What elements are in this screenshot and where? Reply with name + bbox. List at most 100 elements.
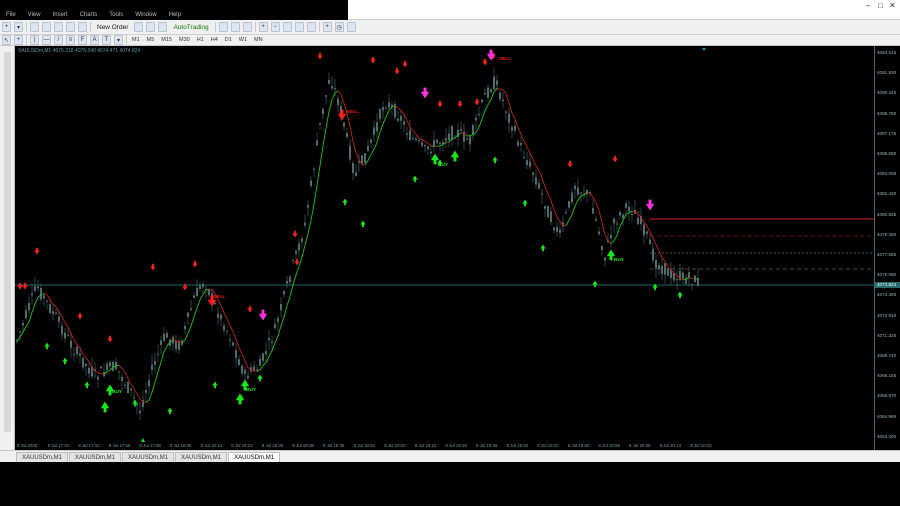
timeframe-m15[interactable]: M15 [159, 35, 174, 45]
lock-icon[interactable] [146, 22, 156, 32]
dock-scrollbar[interactable] [4, 52, 11, 432]
new-order-button[interactable]: New Order [94, 22, 131, 32]
menu-view[interactable]: View [22, 12, 47, 18]
tester-icon[interactable] [78, 22, 87, 32]
candle-body [352, 163, 354, 173]
moving-average-segment [652, 237, 657, 245]
signals-icon[interactable] [158, 22, 168, 32]
candle-body [430, 151, 432, 154]
timeframe-m30[interactable]: M30 [177, 35, 192, 45]
candle-body [121, 376, 123, 382]
periods-icon[interactable]: ◷ [334, 22, 344, 32]
buy-signal-label: BUY [112, 389, 123, 395]
candle-body [274, 324, 276, 329]
moving-average-segment [487, 99, 492, 106]
menu-window[interactable]: Window [129, 12, 162, 18]
profiles-icon[interactable]: ▾ [14, 22, 23, 32]
moving-average-segment [121, 368, 126, 373]
chart-shift-icon[interactable] [306, 22, 316, 32]
moving-average-segment [496, 87, 501, 90]
sell-arrow-icon [34, 247, 40, 255]
bar-chart-icon[interactable] [218, 22, 228, 32]
candle-body [130, 388, 132, 391]
templates-icon[interactable] [346, 22, 356, 32]
moving-average-segment [535, 165, 540, 172]
candle-body [445, 138, 447, 141]
terminal-icon[interactable] [66, 22, 75, 32]
moving-average-segment [304, 233, 309, 246]
trendline-icon[interactable]: / [54, 35, 63, 45]
sell-signal-label: SELL [213, 294, 225, 300]
moving-average-segment [418, 137, 423, 141]
moving-average-segment [580, 194, 585, 197]
timeframe-m5[interactable]: M5 [145, 35, 157, 45]
menu-file[interactable]: File [0, 12, 22, 18]
moving-average-segment [85, 357, 90, 362]
candle-body [547, 206, 549, 218]
candle-body [367, 146, 369, 151]
sell-arrow-icon [474, 98, 480, 106]
moving-average-segment [271, 342, 276, 351]
tab-chart-4[interactable]: XAUUSDm,M1 [175, 452, 228, 462]
line-chart-icon[interactable] [242, 22, 252, 32]
indicators-icon[interactable]: + [322, 22, 332, 32]
menu-charts[interactable]: Charts [74, 12, 104, 18]
new-chart-icon[interactable]: + [2, 22, 11, 32]
candle-body [355, 172, 357, 176]
candle-body [70, 340, 72, 348]
moving-average-segment [661, 257, 666, 262]
time-tick-label: 8 Jul 18:06 [170, 443, 192, 448]
timeframe-w1[interactable]: W1 [237, 35, 249, 45]
moving-average-segment [262, 362, 267, 366]
maximize-button[interactable]: □ [878, 1, 883, 10]
candle-body [502, 99, 504, 102]
zoom-out-icon[interactable]: − [270, 22, 280, 32]
moving-average-segment [574, 199, 579, 207]
market-watch-icon[interactable] [30, 22, 39, 32]
close-button[interactable]: ✕ [889, 1, 896, 10]
horizontal-line-icon[interactable]: — [42, 35, 51, 45]
autoscroll-icon[interactable] [294, 22, 304, 32]
tab-chart-1[interactable]: XAUUSDm,M1 [16, 452, 69, 462]
time-tick-label: 8 Jul 18:14 [200, 443, 223, 448]
price-chart[interactable]: SELL SELL SELL BUY BUY BUY BUY XAUUSDm,M1 4075… [15, 46, 874, 450]
timeframe-h1[interactable]: H1 [195, 35, 206, 45]
vertical-line-icon[interactable]: | [30, 35, 39, 45]
price-tick-label: 4090.345 [877, 90, 897, 96]
menu-tools[interactable]: Tools [103, 12, 129, 18]
navigator-icon[interactable] [54, 22, 63, 32]
minimize-button[interactable]: – [866, 1, 870, 10]
timeframe-m1[interactable]: M1 [130, 35, 142, 45]
tab-chart-2[interactable]: XAUUSDm,M1 [69, 452, 122, 462]
tab-chart-3[interactable]: XAUUSDm,M1 [122, 452, 175, 462]
tab-chart-5[interactable]: XAUUSDm,M1 [228, 452, 281, 462]
candlestick-icon[interactable] [230, 22, 240, 32]
price-axis[interactable]: 4093.515 4091.930 4090.345 4088.760 4087.175… [874, 46, 900, 450]
meta-editor-icon[interactable] [134, 22, 144, 32]
cursor-icon[interactable]: ↖ [2, 35, 11, 45]
shapes-icon[interactable]: ▾ [114, 35, 123, 45]
moving-average-segment [382, 116, 387, 125]
timeframe-h4[interactable]: H4 [209, 35, 220, 45]
time-tick-label: 8 Jul 18:46 [323, 443, 345, 448]
candle-body [109, 362, 111, 367]
menu-insert[interactable]: Insert [47, 12, 74, 18]
fibonacci-icon[interactable]: F [78, 35, 87, 45]
buy-arrow-icon [677, 291, 683, 299]
text-icon[interactable]: A [90, 35, 99, 45]
channel-icon[interactable]: ≡ [66, 35, 75, 45]
crosshair-icon[interactable]: + [14, 35, 23, 45]
moving-average-segment [49, 299, 54, 305]
zoom-in-icon[interactable]: + [258, 22, 268, 32]
timeframe-mn[interactable]: MN [252, 35, 265, 45]
data-window-icon[interactable] [42, 22, 51, 32]
menu-help[interactable]: Help [163, 12, 187, 18]
time-tick-label: 8 Jul 19:02 [384, 443, 406, 448]
auto-trading-button[interactable]: AutoTrading [170, 22, 211, 32]
timeframe-d1[interactable]: D1 [223, 35, 234, 45]
candle-body [283, 291, 285, 295]
label-icon[interactable]: T [102, 35, 111, 45]
tile-windows-icon[interactable] [282, 22, 292, 32]
buy-arrow-icon [212, 381, 218, 389]
candle-body [403, 121, 405, 125]
